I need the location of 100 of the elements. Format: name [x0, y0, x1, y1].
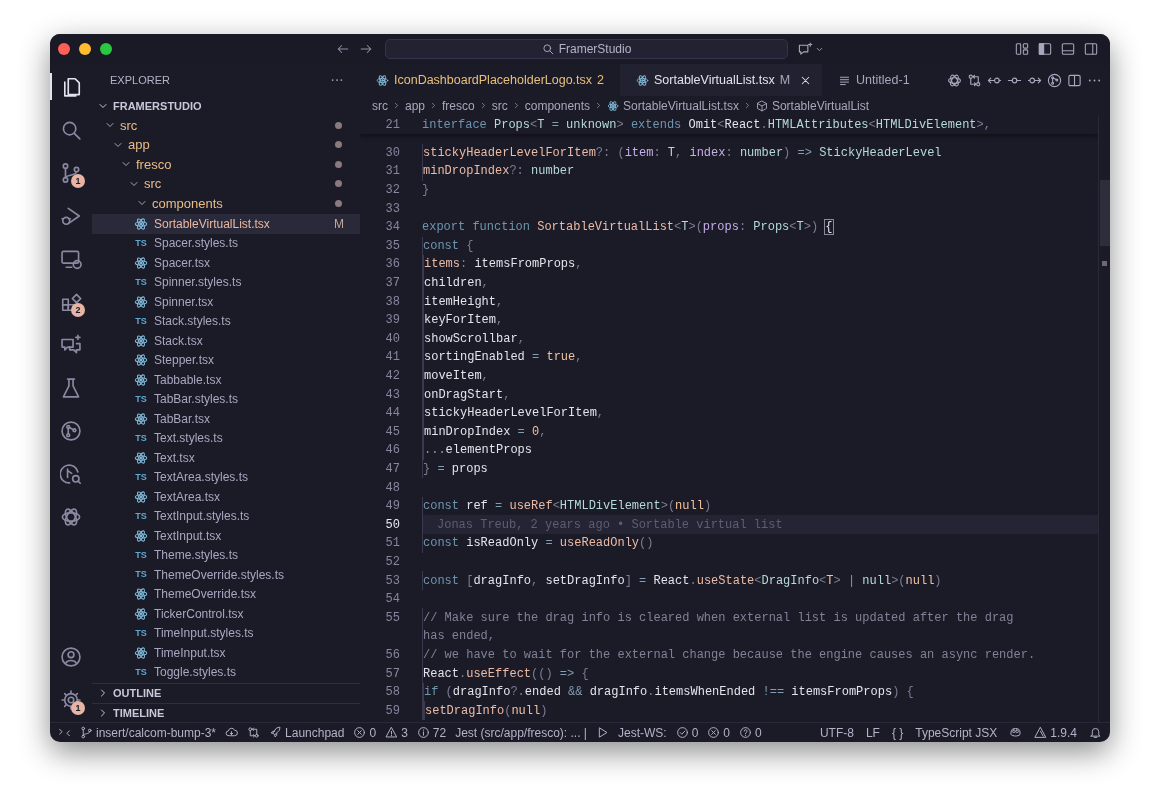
- status-item[interactable]: { }: [891, 723, 904, 742]
- status-item[interactable]: 0: [739, 723, 762, 742]
- file-item[interactable]: TickerControl.tsx: [92, 604, 360, 624]
- code-line: has ended,: [423, 628, 495, 646]
- code-line: }: [422, 182, 430, 200]
- line-number: 32: [385, 183, 400, 198]
- folder-item[interactable]: fresco: [92, 154, 360, 174]
- line-number: 43: [385, 387, 400, 402]
- file-item[interactable]: Spacer.tsx: [92, 253, 360, 273]
- section-header[interactable]: FRAMERSTUDIO: [92, 96, 360, 116]
- file-item[interactable]: TS Stack.styles.ts: [92, 311, 360, 331]
- folder-item[interactable]: src: [92, 115, 360, 135]
- line-number: 46: [385, 443, 400, 458]
- section-header[interactable]: OUTLINE: [92, 683, 360, 703]
- file-item[interactable]: TabBar.tsx: [92, 409, 360, 429]
- typescript-file-icon: TS: [134, 314, 148, 328]
- status-item[interactable]: Launchpad: [269, 723, 345, 742]
- line-number: 57: [385, 666, 400, 681]
- line-number: 55: [385, 610, 400, 625]
- file-item[interactable]: TS TabBar.styles.ts: [92, 389, 360, 409]
- file-item[interactable]: TS Text.styles.ts: [92, 428, 360, 448]
- editor-tab[interactable]: Untitled-1: [822, 64, 926, 96]
- line-number: 44: [385, 406, 400, 421]
- code-line: keyForItem,: [424, 312, 504, 330]
- file-item[interactable]: TS TextInput.styles.ts: [92, 506, 360, 526]
- status-item[interactable]: TypeScript JSX: [915, 723, 998, 742]
- folder-item[interactable]: components: [92, 193, 360, 213]
- section-header[interactable]: TIMELINE: [92, 702, 360, 722]
- sidebar-title: EXPLORER: [110, 72, 170, 88]
- status-item[interactable]: 1.9.4: [1034, 723, 1077, 742]
- file-item[interactable]: TextInput.tsx: [92, 526, 360, 546]
- folder-item[interactable]: src: [92, 174, 360, 194]
- blame-annotation: Jonas Treub, 2 years ago • Sortable virtual list: [437, 516, 783, 534]
- file-item[interactable]: TS ThemeOverride.styles.ts: [92, 565, 360, 585]
- breadcrumb-item[interactable]: app: [405, 96, 426, 115]
- line-number: 30: [385, 145, 400, 160]
- breadcrumb-item[interactable]: fresco: [442, 96, 475, 115]
- file-item[interactable]: TS TextArea.styles.ts: [92, 467, 360, 487]
- typescript-file-icon: TS: [134, 509, 148, 523]
- status-item[interactable]: 0: [353, 723, 377, 742]
- file-item[interactable]: TimeInput.tsx: [92, 643, 360, 663]
- status-item[interactable]: 3: [385, 723, 408, 742]
- line-number: 59: [385, 703, 400, 718]
- file-item[interactable]: TextArea.tsx: [92, 487, 360, 507]
- breadcrumb-item[interactable]: SortableVirtualList: [755, 96, 870, 115]
- line-number: 40: [385, 331, 400, 346]
- code-line: onDragStart,: [424, 386, 511, 404]
- typescript-file-icon: TS: [134, 236, 148, 250]
- code-line: interface Props<T = unknown> extends Omit<React.HTMLAttributes<HTMLDivElement>,: [422, 116, 991, 134]
- file-item[interactable]: TS Spacer.styles.ts: [92, 233, 360, 253]
- code-line: if (dragInfo?.ended && dragInfo.itemsWhenEnded !== itemsFromProps) {: [424, 684, 914, 702]
- typescript-file-icon: TS: [134, 392, 148, 406]
- code-line: // we have to wait for the external change because the engine causes an async render.: [423, 646, 1036, 664]
- file-item[interactable]: Tabbable.tsx: [92, 370, 360, 390]
- status-item[interactable]: 0: [707, 723, 731, 742]
- file-item[interactable]: TS Toggle.styles.ts: [92, 662, 360, 682]
- editor-tab[interactable]: IconDashboardPlaceholderLogo.tsx 2: [360, 64, 620, 96]
- editor-tab[interactable]: SortableVirtualList.tsx M: [620, 64, 823, 96]
- typescript-file-icon: TS: [134, 626, 148, 640]
- file-item[interactable]: TS Spinner.styles.ts: [92, 272, 360, 292]
- code-line: export function SortableVirtualList<T>(props: Props<T>) {: [422, 219, 833, 237]
- status-item[interactable]: Jest-WS:: [618, 723, 667, 742]
- status-item[interactable]: 72: [416, 723, 447, 742]
- folder-item[interactable]: app: [92, 135, 360, 155]
- status-item[interactable]: UTF-8: [819, 723, 854, 742]
- status-item[interactable]: LF: [865, 723, 880, 742]
- breadcrumb-item[interactable]: src: [491, 96, 508, 115]
- notification-count: 2: [71, 303, 85, 317]
- line-number: 47: [385, 462, 400, 476]
- code-line: minDropIndex = 0,: [424, 423, 547, 441]
- notification-count: 1: [71, 174, 85, 188]
- line-number: 54: [385, 592, 400, 607]
- typescript-file-icon: TS: [134, 470, 148, 484]
- file-item[interactable]: Stack.tsx: [92, 331, 360, 351]
- typescript-file-icon: TS: [134, 431, 148, 445]
- file-item[interactable]: TS Theme.styles.ts: [92, 545, 360, 565]
- status-item[interactable]: 0: [675, 723, 699, 742]
- status-item[interactable]: insert/calcom-bump-3*: [80, 723, 217, 742]
- file-item[interactable]: SortableVirtualList.tsx M: [92, 214, 360, 234]
- file-item[interactable]: Text.tsx: [92, 448, 360, 468]
- file-item[interactable]: Stepper.tsx: [92, 350, 360, 370]
- file-item[interactable]: Spinner.tsx: [92, 292, 360, 312]
- status-item[interactable]: Jest (src/app/fresco): ... |: [455, 723, 587, 742]
- file-item[interactable]: TS TimeInput.styles.ts: [92, 623, 360, 643]
- breadcrumb-item[interactable]: SortableVirtualList.tsx: [607, 96, 739, 115]
- line-number: 53: [385, 573, 400, 588]
- notification-count: 1: [71, 701, 85, 715]
- breadcrumb-item[interactable]: src: [372, 96, 388, 115]
- breadcrumb-item[interactable]: components: [524, 96, 591, 115]
- file-item[interactable]: ThemeOverride.tsx: [92, 584, 360, 604]
- command-center-field[interactable]: FramerStudio: [385, 39, 788, 59]
- code-line: stickyHeaderLevelForItem?: (item: T, index: number) => StickyHeaderLevel: [423, 144, 942, 162]
- code-line: } = props: [423, 461, 488, 478]
- line-number: 34: [385, 220, 400, 235]
- code-line: const isReadOnly = useReadOnly(): [423, 535, 654, 553]
- problem-count: 2: [597, 71, 604, 89]
- line-number: 33: [385, 201, 400, 216]
- line-number: 50: [385, 517, 400, 532]
- line-number: 38: [385, 294, 400, 309]
- code-line: children,: [424, 275, 489, 293]
